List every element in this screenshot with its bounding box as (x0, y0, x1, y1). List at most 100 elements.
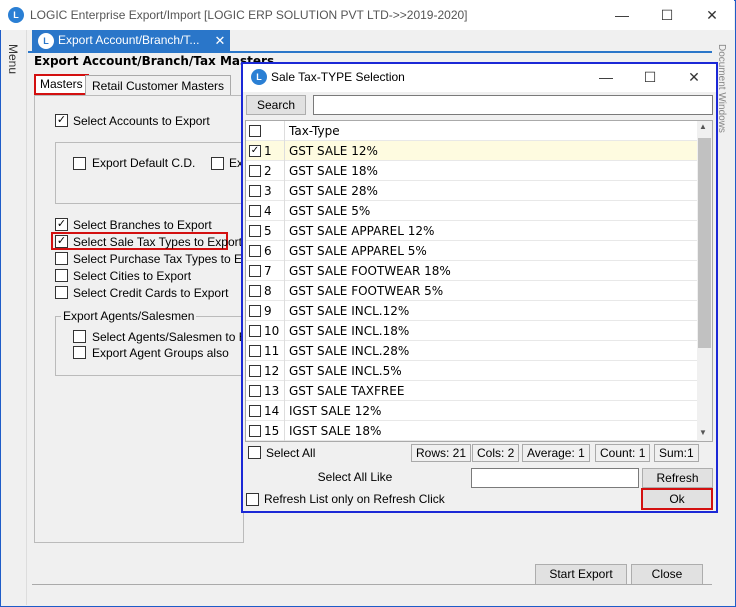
column-separator (284, 421, 285, 441)
form-title: Export Account/Branch/Tax Masters (34, 54, 275, 68)
menu-label[interactable]: Menu (6, 44, 20, 74)
row-checkbox[interactable] (249, 385, 261, 397)
select-all-like-button[interactable]: Select All Like (246, 468, 464, 488)
header-select-checkbox[interactable] (249, 125, 261, 137)
scroll-thumb[interactable] (698, 138, 711, 348)
select-all-label[interactable]: Select All (266, 446, 315, 460)
document-tab[interactable]: Export Account/Branch/T... (32, 30, 230, 51)
dialog-minimize-button[interactable]: — (584, 62, 628, 92)
maximize-button[interactable]: ☐ (645, 0, 689, 30)
column-separator (284, 361, 285, 381)
row-checkbox[interactable] (249, 245, 261, 257)
status-average: Average: 1 (522, 444, 590, 462)
row-number: 15 (264, 424, 280, 438)
table-row[interactable]: 11 GST SALE INCL.28% (246, 341, 698, 361)
select-branches-checkbox[interactable]: ✓ (55, 218, 68, 231)
export-default-cd-checkbox[interactable] (73, 157, 86, 170)
app-logo-icon: L (8, 7, 24, 23)
row-checkbox[interactable] (249, 365, 261, 377)
row-number: 1 (264, 144, 272, 158)
table-row[interactable]: 6 GST SALE APPAREL 5% (246, 241, 698, 261)
ok-button[interactable]: Ok (641, 488, 713, 510)
search-input[interactable] (313, 95, 713, 115)
select-purchase-tax-checkbox[interactable] (55, 252, 68, 265)
agents-group-title: Export Agents/Salesmen (61, 309, 197, 323)
row-checkbox[interactable] (249, 225, 261, 237)
select-cities-label: Select Cities to Export (73, 269, 192, 283)
close-window-button[interactable]: ✕ (690, 0, 734, 30)
select-cities-checkbox[interactable] (55, 269, 68, 282)
close-button[interactable]: Close (631, 564, 703, 585)
dialog-close-button[interactable]: ✕ (672, 62, 716, 92)
status-cols: Cols: 2 (472, 444, 520, 462)
export-agent-groups-label: Export Agent Groups also (92, 346, 229, 360)
table-row[interactable]: 7 GST SALE FOOTWEAR 18% (246, 261, 698, 281)
select-credit-cards-checkbox[interactable] (55, 286, 68, 299)
column-separator (284, 141, 285, 161)
row-checkbox[interactable] (249, 205, 261, 217)
minimize-button[interactable]: — (600, 0, 644, 30)
refresh-button[interactable]: Refresh (642, 468, 713, 488)
row-checkbox[interactable] (249, 265, 261, 277)
column-separator (284, 201, 285, 221)
row-tax-type: IGST SALE 18% (289, 424, 382, 438)
row-checkbox[interactable]: ✓ (249, 145, 261, 157)
row-checkbox[interactable] (249, 185, 261, 197)
table-row[interactable]: 3 GST SALE 28% (246, 181, 698, 201)
row-checkbox[interactable] (249, 325, 261, 337)
table-row[interactable]: 13 GST SALE TAXFREE (246, 381, 698, 401)
row-checkbox[interactable] (249, 425, 261, 437)
status-count: Count: 1 (595, 444, 651, 462)
row-checkbox[interactable] (249, 405, 261, 417)
tab-strip-divider (28, 51, 712, 53)
select-all-like-input[interactable] (471, 468, 639, 488)
row-checkbox[interactable] (249, 305, 261, 317)
row-number: 2 (264, 164, 272, 178)
scroll-up-icon[interactable]: ▲ (699, 122, 707, 131)
table-row[interactable]: 15 IGST SALE 18% (246, 421, 698, 441)
tab-logo-icon: L (38, 33, 54, 49)
scroll-down-icon[interactable]: ▼ (699, 428, 707, 437)
table-row[interactable]: 8 GST SALE FOOTWEAR 5% (246, 281, 698, 301)
tab-retail-customer-masters[interactable]: Retail Customer Masters (85, 75, 232, 96)
table-row[interactable]: 9 GST SALE INCL.12% (246, 301, 698, 321)
select-sale-tax-checkbox[interactable]: ✓ (55, 235, 68, 248)
select-all-checkbox[interactable] (248, 446, 261, 459)
row-number: 6 (264, 244, 272, 258)
row-number: 4 (264, 204, 272, 218)
row-checkbox[interactable] (249, 285, 261, 297)
row-tax-type: GST SALE APPAREL 12% (289, 224, 435, 238)
start-export-button[interactable]: Start Export (535, 564, 627, 585)
row-number: 13 (264, 384, 280, 398)
column-separator (284, 161, 285, 181)
export-agent-groups-checkbox[interactable] (73, 346, 86, 359)
select-accounts-checkbox[interactable]: ✓ (55, 114, 68, 127)
table-row[interactable]: 2 GST SALE 18% (246, 161, 698, 181)
menu-strip[interactable] (1, 30, 27, 605)
row-tax-type: GST SALE FOOTWEAR 5% (289, 284, 444, 298)
grid-header-tax-type[interactable]: Tax-Type (289, 124, 340, 138)
select-credit-cards-label: Select Credit Cards to Export (73, 286, 229, 300)
status-sum: Sum:1 (654, 444, 699, 462)
row-checkbox[interactable] (249, 345, 261, 357)
row-tax-type: GST SALE INCL.5% (289, 364, 402, 378)
column-separator (284, 261, 285, 281)
table-row[interactable]: ✓ 1 GST SALE 12% (246, 141, 698, 161)
select-agents-checkbox[interactable] (73, 330, 86, 343)
table-row[interactable]: 5 GST SALE APPAREL 12% (246, 221, 698, 241)
row-tax-type: GST SALE 28% (289, 184, 378, 198)
tab-close-icon[interactable]: ✕ (212, 30, 228, 51)
table-row[interactable]: 14 IGST SALE 12% (246, 401, 698, 421)
ex-option-checkbox[interactable] (211, 157, 224, 170)
table-row[interactable]: 12 GST SALE INCL.5% (246, 361, 698, 381)
dialog-maximize-button[interactable]: ☐ (628, 62, 672, 92)
table-row[interactable]: 4 GST SALE 5% (246, 201, 698, 221)
select-agents-label: Select Agents/Salesmen to Exp (92, 330, 260, 344)
select-purchase-tax-label: Select Purchase Tax Types to Expo (73, 252, 262, 266)
row-checkbox[interactable] (249, 165, 261, 177)
search-button[interactable]: Search (246, 95, 306, 115)
row-number: 7 (264, 264, 272, 278)
refresh-only-checkbox[interactable] (246, 493, 259, 506)
table-row[interactable]: 10 GST SALE INCL.18% (246, 321, 698, 341)
tab-masters[interactable]: Masters (34, 74, 89, 95)
